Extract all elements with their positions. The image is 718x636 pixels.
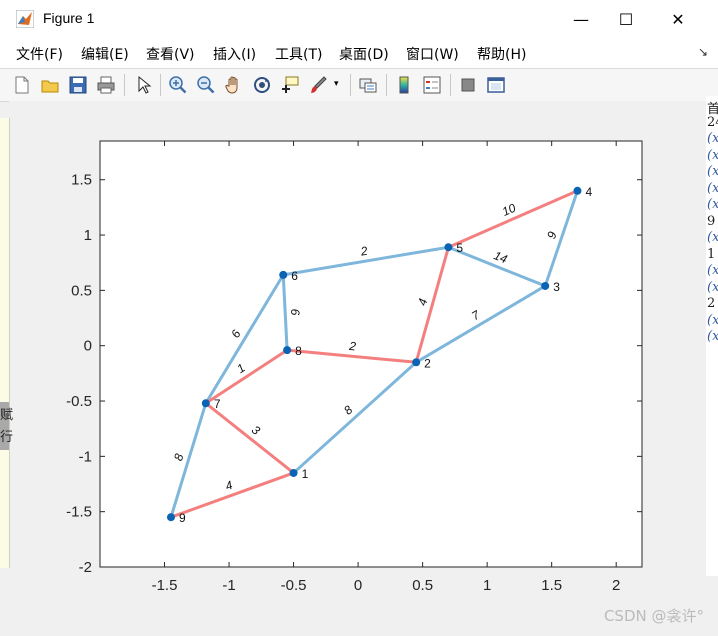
node-label: 9 <box>179 511 186 525</box>
open-file-icon[interactable] <box>40 75 60 95</box>
graph-node[interactable] <box>166 513 175 522</box>
menu-view[interactable]: 查看(V) <box>146 44 195 64</box>
minimize-button[interactable]: — <box>558 6 604 32</box>
toolbar-separator <box>386 74 387 96</box>
menu-bar: 文件(F) 编辑(E) 查看(V) 插入(I) 工具(T) 桌面(D) 窗口(W… <box>0 38 718 68</box>
graph-node[interactable] <box>444 243 453 252</box>
left-panel-edge <box>0 118 10 568</box>
maximize-button[interactable]: ☐ <box>603 6 649 32</box>
y-tick-label: 0 <box>84 338 92 355</box>
x-tick-label: 0 <box>354 577 362 594</box>
toolbar-separator <box>124 74 125 96</box>
x-tick-label: -1.5 <box>152 577 178 594</box>
x-tick-label: 2 <box>612 577 620 594</box>
left-panel-text: 赋 行 <box>0 402 13 450</box>
y-tick-label: 1.5 <box>71 172 92 189</box>
graph-node[interactable] <box>279 270 288 279</box>
y-tick-label: -2 <box>79 559 92 576</box>
right-panel-fragment: (x <box>707 147 718 163</box>
toolbar-separator <box>160 74 161 96</box>
right-panel-fragment: (x <box>707 279 718 295</box>
graph-node[interactable] <box>573 186 582 195</box>
graph-node[interactable] <box>412 358 421 367</box>
left-panel-char: 行 <box>0 430 14 445</box>
node-label: 6 <box>291 269 298 283</box>
save-icon[interactable] <box>68 75 88 95</box>
y-tick-label: -0.5 <box>66 393 92 410</box>
node-label: 7 <box>214 397 221 411</box>
x-tick-label: 0.5 <box>412 577 433 594</box>
zoom-in-icon[interactable] <box>168 75 188 95</box>
edge-weight-label: 6 <box>288 308 302 316</box>
edit-plot-arrow-icon[interactable] <box>134 75 154 95</box>
axes-box <box>99 140 643 568</box>
show-plot-tools-icon[interactable] <box>486 75 506 95</box>
menu-file[interactable]: 文件(F) <box>16 44 63 64</box>
x-tick-label: -0.5 <box>281 577 307 594</box>
y-tick-label: 1 <box>84 227 92 244</box>
graph-node[interactable] <box>541 281 550 290</box>
y-tick-label: -1.5 <box>66 504 92 521</box>
y-tick-label: 0.5 <box>71 282 92 299</box>
dock-arrow-icon[interactable]: ↘ <box>698 45 708 59</box>
close-button[interactable]: ✕ <box>655 6 701 32</box>
left-panel-char: 赋 <box>0 408 14 423</box>
title-bar[interactable]: Figure 1 — ☐ ✕ <box>0 0 718 38</box>
link-plot-icon[interactable] <box>358 75 378 95</box>
right-panel-fragment: (x <box>707 180 718 196</box>
colorbar-icon[interactable] <box>394 75 414 95</box>
x-tick-label: 1.5 <box>541 577 562 594</box>
print-icon[interactable] <box>96 75 116 95</box>
toolbar: ▾ <box>0 68 718 102</box>
graph-node[interactable] <box>289 468 298 477</box>
zoom-out-icon[interactable] <box>196 75 216 95</box>
right-panel-fragment: 24 <box>707 114 718 130</box>
figure-canvas: -1.5 -1 -0.5 0 0.5 1 1.5 2 -2 -1.5 -1 -0.5 0 0.5 1 1.5 … <box>9 101 718 618</box>
menu-window[interactable]: 窗口(W) <box>406 44 459 64</box>
right-panel-fragment: (x <box>707 329 718 344</box>
node-label: 2 <box>424 356 431 370</box>
new-figure-icon[interactable] <box>12 75 32 95</box>
menu-insert[interactable]: 插入(I) <box>213 44 256 64</box>
node-label: 3 <box>553 280 560 294</box>
right-panel-fragment: (x <box>707 230 718 245</box>
toolbar-separator <box>450 74 451 96</box>
right-panel-fragment: 2 <box>707 296 716 311</box>
rotate-3d-icon[interactable] <box>252 75 272 95</box>
node-label: 1 <box>302 467 309 481</box>
data-cursor-icon[interactable] <box>280 75 300 95</box>
toolbar-separator <box>350 74 351 96</box>
right-panel-fragment: (x <box>707 197 718 212</box>
graph-plot[interactable]: -1.5 -1 -0.5 0 0.5 1 1.5 2-2-1.5-1-0.500.511.5 … <box>9 101 718 618</box>
right-panel-fragment: (x <box>707 263 718 278</box>
right-panel-fragment: (x <box>707 164 718 179</box>
right-panel-fragment: 1 <box>707 246 716 262</box>
graph-node[interactable] <box>283 346 292 355</box>
brush-dropdown-icon[interactable]: ▾ <box>334 79 344 99</box>
window-title: Figure 1 <box>43 10 95 26</box>
graph-node[interactable] <box>201 399 210 408</box>
menu-tools[interactable]: 工具(T) <box>275 44 322 64</box>
node-label: 5 <box>456 241 463 255</box>
right-panel-fragment: (x <box>707 312 718 328</box>
watermark: CSDN @衾许° <box>603 607 704 625</box>
hide-plot-tools-icon[interactable] <box>458 75 478 95</box>
matlab-logo-icon <box>16 10 34 28</box>
y-tick-label: -1 <box>79 448 92 465</box>
right-panel-fragment: 9 <box>707 213 716 229</box>
right-panel-edge: 首24(x(x(x(x(x9(x1(x(x2(x(x <box>706 96 718 576</box>
pan-hand-icon[interactable] <box>224 75 244 95</box>
right-panel-fragment: (x <box>707 131 718 146</box>
menu-desktop[interactable]: 桌面(D) <box>339 44 389 64</box>
brush-icon[interactable] <box>308 75 328 95</box>
figure-window: Figure 1 — ☐ ✕ 文件(F) 编辑(E) 查看(V) 插入(I) 工… <box>0 0 718 636</box>
menu-edit[interactable]: 编辑(E) <box>81 44 129 64</box>
x-tick-label: 1 <box>483 577 491 594</box>
x-tick-label: -1 <box>222 577 235 594</box>
menu-help[interactable]: 帮助(H) <box>477 44 526 64</box>
legend-icon[interactable] <box>422 75 442 95</box>
node-label: 8 <box>295 344 302 358</box>
node-label: 4 <box>585 185 592 199</box>
